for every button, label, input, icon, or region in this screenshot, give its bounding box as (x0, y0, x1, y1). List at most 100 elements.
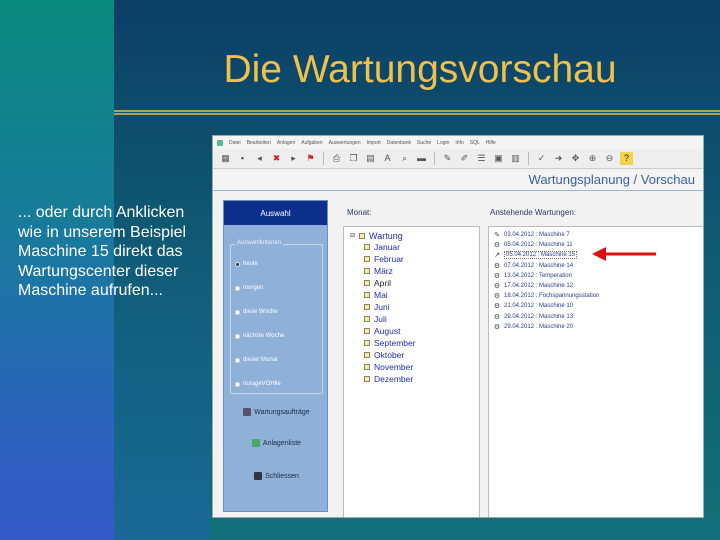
month-label: September (374, 337, 416, 348)
ruler-icon[interactable]: ▬ (415, 152, 428, 165)
calendar-icon[interactable]: ▣ (492, 152, 505, 165)
criteria-option[interactable]: dieser Monat (235, 357, 278, 363)
radio-button[interactable] (235, 285, 240, 291)
month-item[interactable]: April (364, 277, 391, 288)
menu-item[interactable]: Import (367, 140, 381, 146)
month-item[interactable]: November (364, 361, 413, 372)
maintenance-item[interactable]: ⚙ 17.04.2012 : Maschine 12 (493, 281, 573, 291)
month-item[interactable]: Dezember (364, 373, 413, 384)
month-item[interactable]: März (364, 265, 393, 276)
maintenance-item[interactable]: ⚙ 18.04.2012 : Fochspannungsstation (493, 291, 600, 301)
maintenance-date: 13.04.2012 (504, 272, 535, 279)
maintenance-machine: Maschine 20 (539, 323, 574, 330)
month-item[interactable]: September (364, 337, 416, 348)
month-item[interactable]: Juli (364, 313, 387, 324)
maintenance-entry-text: 05.04.2012 : Maschine 11 (504, 242, 573, 248)
month-tree: ⊟ Wartung Januar Februar März April Mai Juni J… (343, 226, 480, 517)
text-icon[interactable]: A (381, 152, 394, 165)
maintenance-icon: ⚙ (493, 313, 501, 321)
month-item[interactable]: Oktober (364, 349, 404, 360)
maintenance-item[interactable]: ⚙ 13.04.2012 : Temperation (493, 271, 572, 281)
maintenance-icon: ⚙ (493, 283, 501, 290)
radio-button[interactable] (235, 357, 240, 363)
collapse-icon[interactable]: ⊟ (350, 232, 355, 239)
radio-button[interactable] (235, 381, 240, 387)
menu-item[interactable]: SQL (470, 140, 480, 146)
month-item[interactable]: Mai (364, 289, 388, 300)
maintenance-date: 29.04.2012 (504, 323, 535, 330)
menu-item[interactable]: Aufgaben (301, 140, 322, 146)
delete-icon[interactable]: ✖ (270, 152, 283, 165)
maintenance-item[interactable]: ↗ 05.04.2012 : Maschine 15 (493, 250, 578, 260)
criteria-option[interactable]: diese Woche (235, 309, 278, 315)
maintenance-machine: Maschine 15 (541, 252, 576, 259)
menu-item[interactable]: Anlagen (277, 140, 295, 146)
radio-button[interactable] (235, 309, 240, 315)
menu-item[interactable]: Suche (417, 140, 431, 146)
menu-item[interactable]: Info (455, 140, 463, 146)
help-icon[interactable]: ? (620, 152, 633, 165)
criteria-option[interactable]: nurageVOHlle (235, 381, 281, 387)
maintenance-item[interactable]: ✎ 03.04.2012 : Maschine 7 (493, 230, 570, 240)
criteria-option-label: nächste Woche (243, 333, 285, 339)
copy-icon[interactable]: ❐ (347, 152, 360, 165)
criteria-option-label: nurageVOHlle (243, 381, 281, 387)
schliessen-button[interactable]: Schliessen (224, 472, 329, 480)
month-item[interactable]: August (364, 325, 400, 336)
check-icon[interactable]: ✓ (535, 152, 548, 165)
toolbar-separator (323, 152, 324, 165)
paste-icon[interactable]: ▤ (364, 152, 377, 165)
maintenance-entry-text: 29.04.2012 : Maschine 13 (504, 314, 573, 320)
door-icon (254, 472, 263, 480)
save-icon[interactable]: ▪ (236, 152, 249, 165)
zoom-icon[interactable]: ⊕ (586, 152, 599, 165)
maintenance-machine: Maschine 12 (539, 283, 574, 289)
move-icon[interactable]: ✥ (569, 152, 582, 165)
menu-item[interactable]: Auswertungen (329, 140, 361, 146)
pen-icon[interactable]: ✎ (441, 152, 454, 165)
menu-item[interactable]: Login (437, 140, 449, 146)
maintenance-item[interactable]: ⚙ 29.04.2012 : Maschine 20 (493, 322, 573, 332)
maintenance-item[interactable]: ⚙ 05.04.2012 : Maschine 11 (493, 240, 573, 250)
maintenance-item[interactable]: ⚙ 07.04.2012 : Maschine 14 (493, 261, 573, 271)
button-label: Schliessen (265, 472, 299, 480)
tree-root-wartung[interactable]: ⊟ Wartung (350, 230, 403, 241)
maintenance-item[interactable]: ⚙ 21.04.2012 : Maschine 10 (493, 301, 573, 311)
month-item[interactable]: Juni (364, 301, 390, 312)
criteria-option[interactable]: nächste Woche (235, 333, 284, 339)
flag-icon[interactable]: ⚑ (304, 152, 317, 165)
wartungsauftraege-button[interactable]: Wartungsaufträge (224, 408, 329, 416)
menu-item[interactable]: Bearbeiten (247, 140, 271, 146)
month-item[interactable]: Januar (364, 241, 400, 252)
maintenance-icon: ⚙ (493, 262, 501, 270)
print-icon[interactable]: ⎙ (330, 152, 343, 165)
month-label: März (374, 265, 393, 276)
maintenance-date: 21.04.2012 (504, 303, 535, 310)
menu-item[interactable]: Hilfe (486, 140, 496, 146)
list-icon[interactable]: ☰ (475, 152, 488, 165)
search-icon[interactable]: ⌕ (398, 152, 411, 165)
maintenance-date: 05.04.2012 (504, 242, 535, 249)
folder-icon (364, 351, 370, 358)
folder-icon (359, 232, 366, 239)
criteria-option-label: diese Woche (243, 309, 278, 315)
menu-item[interactable]: Datei (229, 140, 241, 146)
menu-item[interactable]: Datenbank (387, 140, 411, 146)
radio-button[interactable] (235, 333, 240, 339)
forward-icon[interactable]: ▸ (287, 152, 300, 165)
arrow-icon[interactable]: ➜ (552, 152, 565, 165)
grid-icon[interactable]: ▦ (219, 152, 232, 165)
calc-icon[interactable]: ▥ (509, 152, 522, 165)
document-icon (243, 408, 252, 416)
month-item[interactable]: Februar (364, 253, 404, 264)
back-icon[interactable]: ◂ (253, 152, 266, 165)
edit-icon[interactable]: ✐ (458, 152, 471, 165)
maintenance-machine: Maschine 11 (539, 242, 573, 249)
criteria-option[interactable]: morgen (235, 285, 263, 291)
anlagenliste-button[interactable]: Anlagenliste (224, 439, 329, 447)
radio-button[interactable] (235, 261, 240, 267)
criteria-option[interactable]: heute (235, 261, 258, 267)
zoom-out-icon[interactable]: ⊖ (603, 152, 616, 165)
maintenance-item[interactable]: ⚙ 29.04.2012 : Maschine 13 (493, 312, 573, 322)
toolbar-separator (528, 152, 529, 165)
